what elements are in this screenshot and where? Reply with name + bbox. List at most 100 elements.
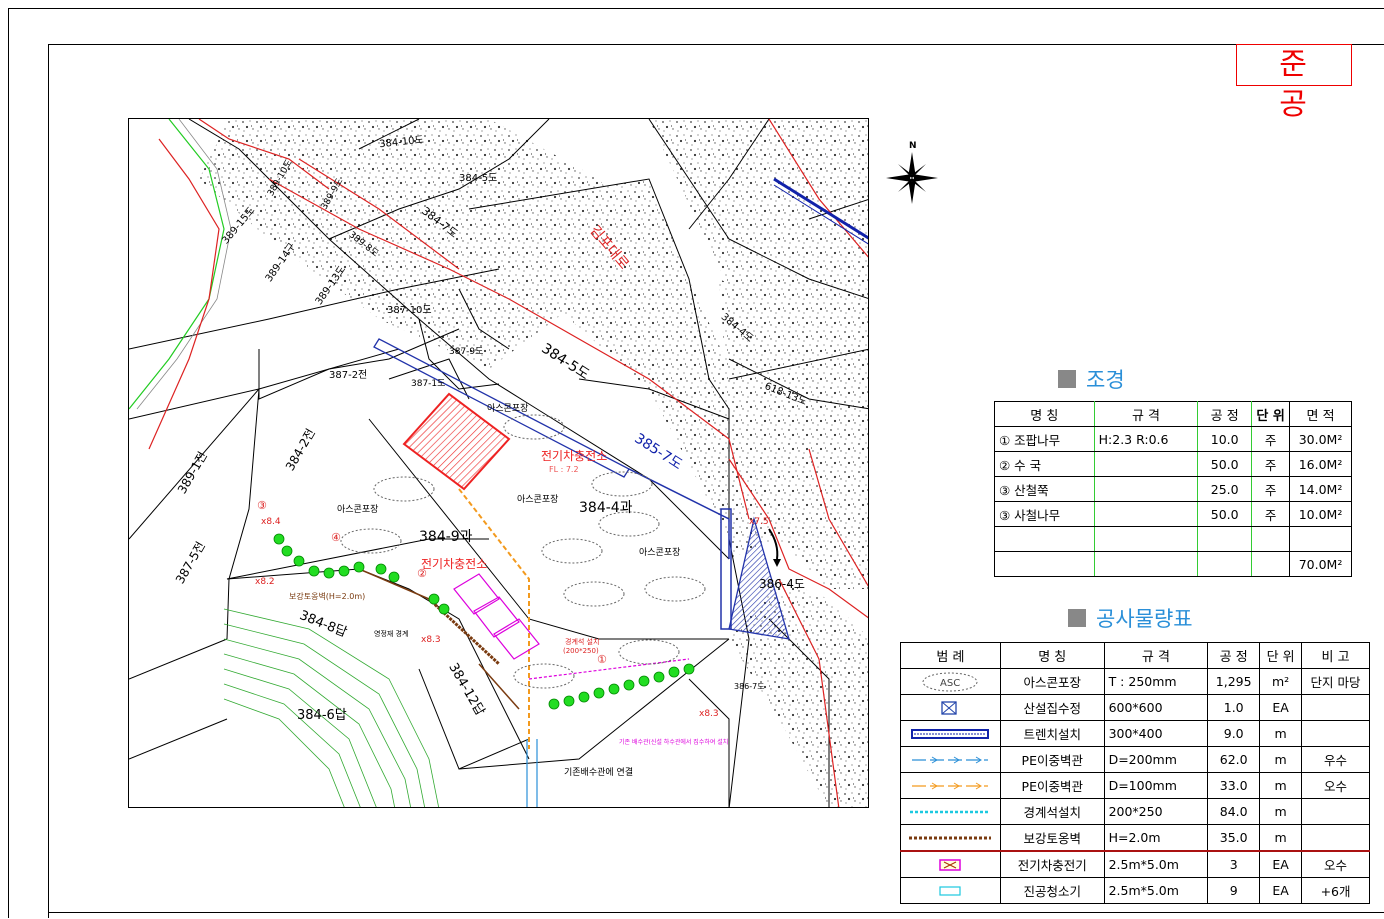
- table-cell: 16.0M²: [1289, 451, 1352, 477]
- table-cell: [1197, 526, 1253, 552]
- table-cell: m: [1259, 720, 1303, 747]
- table-cell: [1301, 798, 1370, 825]
- completion-stamp: 준 공: [1236, 44, 1352, 122]
- table-cell: H:2.3 R:0.6: [1093, 426, 1199, 452]
- table-cell: 2.5m*5.0m: [1103, 850, 1209, 878]
- table-cell: 1,295: [1207, 668, 1261, 695]
- table-cell: [1093, 526, 1199, 552]
- pe-blue-legend-icon: [900, 746, 1001, 773]
- elevation-label: x7.5: [749, 517, 769, 527]
- table-cell: 62.0: [1207, 746, 1261, 773]
- square-bullet-icon: [1058, 370, 1076, 388]
- table-cell: 600*600: [1103, 694, 1209, 721]
- parcel-label: 384-9과: [419, 529, 473, 545]
- table-cell: +6개: [1301, 877, 1370, 904]
- pipe-note-label: 기존 배수관(신설 하수관에서 집수하여 설치: [619, 739, 729, 746]
- table-cell: H=2.0m: [1103, 824, 1209, 852]
- landscape-table: 명 칭규 격공 정단 위면 적 ① 조팝나무 H:2.3 R:0.6 10.0 주 30…: [994, 401, 1352, 577]
- table-cell: 35.0: [1207, 824, 1261, 852]
- table-cell: 주: [1251, 501, 1291, 527]
- parcel-label: 384-4과: [579, 500, 633, 516]
- svg-text:ASC: ASC: [940, 678, 960, 689]
- table-cell: m: [1259, 746, 1303, 773]
- table-cell: [1197, 551, 1253, 577]
- table-cell: 주: [1251, 476, 1291, 502]
- table-cell: [1301, 694, 1370, 721]
- asphalt-label: 아스콘포장: [639, 548, 681, 558]
- table-cell: ③ 사철나무: [994, 501, 1095, 527]
- asc-legend-icon: ASC: [900, 668, 1001, 695]
- parcel-label: 387-10도: [387, 305, 432, 316]
- table-cell: [1251, 551, 1291, 577]
- table-cell: 전기차충전기: [999, 850, 1105, 878]
- table-row: 산설집수정 600*600 1.0 EA: [900, 694, 1370, 721]
- table-cell: 70.0M²: [1289, 551, 1352, 577]
- table-cell: 오수: [1301, 850, 1370, 878]
- north-arrow-icon: N: [884, 138, 940, 208]
- table-cell: D=200mm: [1103, 746, 1209, 773]
- table-cell: [1301, 824, 1370, 852]
- table-row: 경계석설치 200*250 84.0 m: [900, 798, 1370, 825]
- table-cell: EA: [1259, 877, 1303, 904]
- table-row: 진공청소기 2.5m*5.0m 9 EA +6개: [900, 877, 1370, 904]
- table-cell: 50.0: [1197, 501, 1253, 527]
- table-row: PE이중벽관 D=200mm 62.0 m 우수: [900, 746, 1370, 773]
- table-cell: 200*250: [1103, 798, 1209, 825]
- table-cell: 9.0: [1207, 720, 1261, 747]
- table-row: 트렌치설치 300*400 9.0 m: [900, 720, 1370, 747]
- table-cell: m: [1259, 824, 1303, 852]
- table-cell: 단지 마당: [1301, 668, 1370, 695]
- landscape-title: 조경: [1058, 364, 1125, 394]
- asphalt-label: 아스콘포장: [517, 495, 559, 505]
- table-header-row: 명 칭규 격공 정단 위면 적: [994, 401, 1352, 427]
- asphalt-label: 아스콘포장: [337, 505, 379, 515]
- table-cell: 오수: [1301, 772, 1370, 799]
- table-cell: ② 수 국: [994, 451, 1095, 477]
- table-cell: 84.0: [1207, 798, 1261, 825]
- compass-label: N: [909, 141, 917, 151]
- table-cell: 주: [1251, 451, 1291, 477]
- table-cell: 300*400: [1103, 720, 1209, 747]
- quantities-title: 공사물량표: [1068, 603, 1193, 633]
- table-cell: 2.5m*5.0m: [1103, 877, 1209, 904]
- retaining-wall-label: 보강토옹벽(H=2.0m): [289, 592, 366, 601]
- parcel-label: 387-1도: [411, 379, 446, 389]
- curb-label: 경계석 설치: [565, 638, 600, 646]
- table-row: ① 조팝나무 H:2.3 R:0.6 10.0 주 30.0M²: [994, 426, 1352, 452]
- wall-legend-icon: [900, 824, 1001, 852]
- marker-label: ②: [417, 567, 427, 580]
- table-cell: [994, 526, 1095, 552]
- marker-label: ④: [331, 531, 341, 544]
- curb-legend-icon: [900, 798, 1001, 825]
- table-row: ③ 사철나무 50.0 주 10.0M²: [994, 501, 1352, 527]
- table-cell: ③ 산철쭉: [994, 476, 1095, 502]
- table-cell: 33.0: [1207, 772, 1261, 799]
- curb-size-label: (200*250): [563, 647, 599, 655]
- table-cell: 산설집수정: [999, 694, 1105, 721]
- parcel-label: 384-6답: [297, 708, 347, 723]
- trench-legend-icon: [900, 720, 1001, 747]
- vacuum-legend-icon: [900, 877, 1001, 904]
- elevation-label: x8.4: [261, 517, 281, 527]
- table-cell: [1251, 526, 1291, 552]
- parcel-label: 387-9도: [449, 347, 484, 357]
- land-boundary-label: 영정재 경계: [374, 630, 409, 638]
- table-cell: ① 조팝나무: [994, 426, 1095, 452]
- table-cell: 9: [1207, 877, 1261, 904]
- table-cell: [1093, 476, 1199, 502]
- table-cell: [1289, 526, 1352, 552]
- quantities-table: 범 례명 칭규 격공 정단 위비 고 ASC 아스콘포장 T : 250mm 1,29…: [900, 642, 1370, 904]
- table-cell: 진공청소기: [999, 877, 1105, 904]
- table-row: PE이중벽관 D=100mm 33.0 m 오수: [900, 772, 1370, 799]
- table-cell: 1.0: [1207, 694, 1261, 721]
- table-cell: 보강토옹벽: [999, 824, 1105, 852]
- table-row: 전기차충전기 2.5m*5.0m 3 EA 오수: [900, 850, 1370, 878]
- parcel-label: 384-5도: [459, 173, 498, 184]
- table-cell: 주: [1251, 426, 1291, 452]
- table-row: ASC 아스콘포장 T : 250mm 1,295 m² 단지 마당: [900, 668, 1370, 695]
- table-row: [994, 526, 1352, 552]
- table-cell: m²: [1259, 668, 1303, 695]
- parcel-label: 386-7도: [734, 682, 765, 691]
- drain-connection-label: 기존배수관에 연결: [564, 768, 634, 778]
- table-cell: EA: [1259, 694, 1303, 721]
